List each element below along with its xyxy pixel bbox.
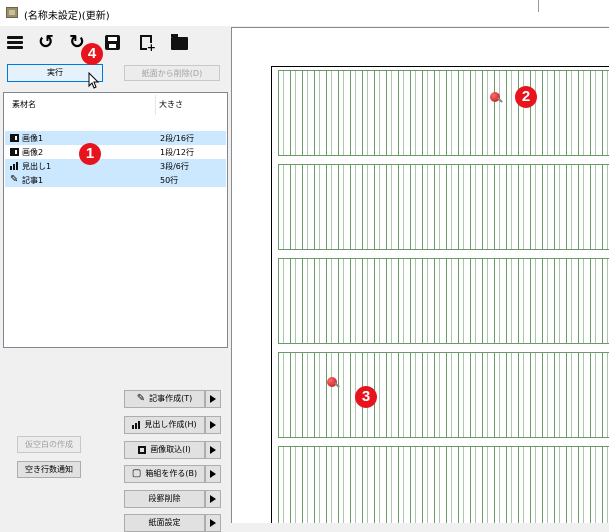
- triangle-right-icon: [210, 446, 216, 454]
- bar-chart-icon: [10, 162, 19, 170]
- delete-column-rule-menu-arrow[interactable]: [205, 490, 221, 508]
- save-icon[interactable]: [102, 31, 122, 53]
- image-icon: [138, 446, 147, 454]
- delete-column-rule-button[interactable]: 段罫削除: [124, 490, 205, 508]
- list-item-name: 記事1: [22, 176, 44, 185]
- column-band: [278, 164, 609, 250]
- list-item-name: 画像1: [22, 134, 44, 143]
- list-item-name: 画像2: [22, 148, 44, 157]
- new-document-icon[interactable]: +: [136, 31, 156, 53]
- list-item[interactable]: ✎ 記事1 50行: [5, 173, 226, 187]
- title-divider: [538, 0, 539, 12]
- create-article-button[interactable]: ✎ 記事作成(T): [124, 390, 205, 408]
- triangle-right-icon: [210, 495, 216, 503]
- column-divider: [155, 95, 156, 115]
- list-item[interactable]: 画像2 1段/12行: [5, 145, 226, 159]
- import-image-menu-arrow[interactable]: [205, 441, 221, 459]
- column-band: [278, 446, 609, 523]
- triangle-right-icon: [210, 519, 216, 527]
- list-item-size: 3段/6行: [160, 162, 189, 171]
- triangle-right-icon: [210, 470, 216, 478]
- create-headline-button[interactable]: 見出し作成(H): [124, 416, 205, 434]
- pushpin-icon[interactable]: [327, 377, 337, 387]
- callout-badge-2: 2: [515, 86, 537, 108]
- newspaper-page[interactable]: [271, 66, 609, 523]
- callout-badge-4: 4: [81, 43, 103, 65]
- image-icon: [10, 148, 19, 156]
- list-item-size: 50行: [160, 176, 179, 185]
- pushpin-icon[interactable]: [490, 92, 500, 102]
- triangle-right-icon: [210, 395, 216, 403]
- list-item[interactable]: 画像1 2段/16行: [5, 131, 226, 145]
- create-temp-blank-button[interactable]: 仮空白の作成: [17, 436, 81, 453]
- app-icon: [6, 7, 18, 18]
- cube-icon: ▢: [131, 468, 142, 479]
- create-headline-menu-arrow[interactable]: [205, 416, 221, 434]
- triangle-right-icon: [210, 421, 216, 429]
- column-band: [278, 70, 609, 156]
- list-item-size: 1段/12行: [160, 148, 194, 157]
- window-title: (名称未設定)(更新): [24, 11, 110, 22]
- pencil-icon: ✎: [10, 174, 19, 185]
- list-item-name: 見出し1: [22, 162, 52, 171]
- menu-icon[interactable]: [5, 31, 25, 53]
- toolbar: ↺ ↺ +: [0, 26, 230, 58]
- paper-canvas[interactable]: [231, 27, 609, 523]
- bar-chart-icon: [132, 421, 141, 429]
- title-bar: (名称未設定)(更新): [0, 0, 609, 26]
- import-image-button[interactable]: 画像取込(I): [124, 441, 205, 459]
- column-header-size[interactable]: 大きさ: [159, 99, 183, 110]
- open-folder-icon[interactable]: [169, 31, 189, 53]
- list-item-size: 2段/16行: [160, 134, 194, 143]
- column-band: [278, 258, 609, 344]
- mouse-cursor-icon: [88, 72, 100, 89]
- callout-badge-3: 3: [355, 386, 377, 408]
- list-item[interactable]: 見出し1 3段/6行: [5, 159, 226, 173]
- create-article-menu-arrow[interactable]: [205, 390, 221, 408]
- pencil-icon: ✎: [136, 393, 146, 404]
- create-box-button[interactable]: ▢ 箱組を作る(B): [124, 465, 205, 483]
- image-icon: [10, 134, 19, 142]
- paper-settings-menu-arrow[interactable]: [205, 514, 221, 532]
- undo-icon[interactable]: ↺: [36, 31, 56, 53]
- create-box-menu-arrow[interactable]: [205, 465, 221, 483]
- column-band: [278, 352, 609, 438]
- material-list[interactable]: 素材名 大きさ 画像1 2段/16行 画像2 1段/12行 見出し1 3段/6行…: [3, 92, 228, 348]
- remove-from-paper-button[interactable]: 紙面から削除(D): [124, 65, 220, 81]
- notify-empty-rows-button[interactable]: 空き行数通知: [17, 461, 81, 478]
- column-header-name[interactable]: 素材名: [12, 99, 36, 110]
- paper-settings-button[interactable]: 紙面設定: [124, 514, 205, 532]
- callout-badge-1: 1: [79, 143, 101, 165]
